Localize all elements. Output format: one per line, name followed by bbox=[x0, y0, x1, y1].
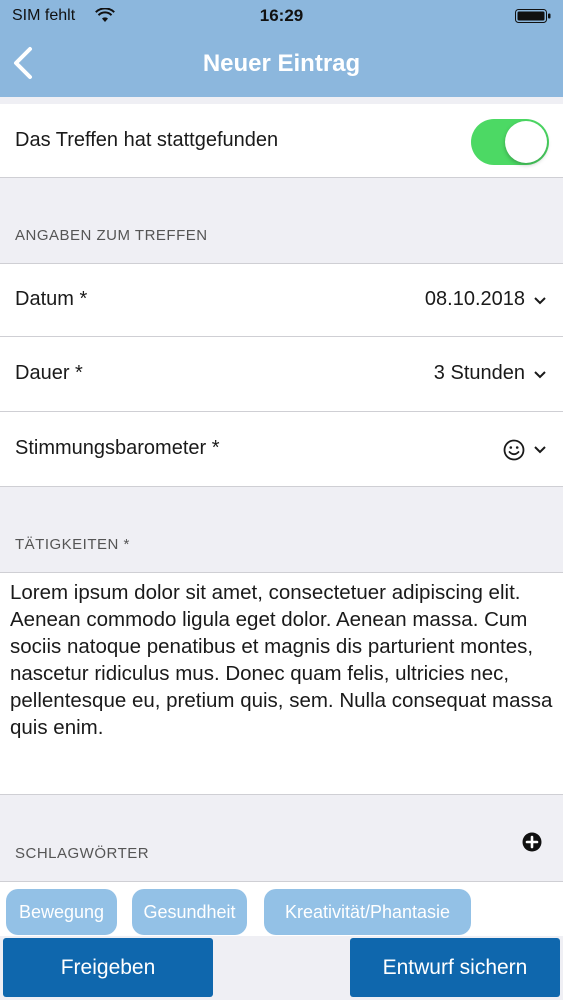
section-header-keywords: SCHLAGWÖRTER bbox=[15, 845, 150, 862]
date-value: 08.10.2018 bbox=[424, 288, 525, 310]
date-row[interactable]: Datum * 08.10.2018 bbox=[0, 263, 563, 337]
add-keyword-icon[interactable] bbox=[522, 832, 542, 852]
tag-bewegung[interactable]: Bewegung bbox=[6, 889, 117, 935]
chevron-down-icon bbox=[534, 297, 546, 305]
toggle-knob bbox=[505, 121, 547, 163]
duration-row[interactable]: Dauer * 3 Stunden bbox=[0, 337, 563, 412]
status-bar: SIM fehlt 16:29 bbox=[0, 0, 563, 32]
release-button[interactable]: Freigeben bbox=[3, 938, 213, 997]
mood-row[interactable]: Stimmungsbarometer * bbox=[0, 412, 563, 487]
meeting-happened-toggle[interactable] bbox=[471, 119, 549, 165]
duration-value: 3 Stunden bbox=[433, 362, 525, 384]
save-draft-button[interactable]: Entwurf sichern bbox=[350, 938, 560, 997]
section-header-activities: TÄTIGKEITEN * bbox=[15, 536, 130, 553]
date-label: Datum * bbox=[15, 288, 88, 310]
meeting-happened-label: Das Treffen hat stattgefunden bbox=[15, 129, 279, 151]
activities-textarea[interactable]: Lorem ipsum dolor sit amet, consectetuer… bbox=[0, 572, 563, 795]
smiley-icon bbox=[503, 439, 525, 461]
battery-icon bbox=[515, 9, 551, 23]
mood-label: Stimmungsbarometer * bbox=[15, 437, 220, 459]
chevron-down-icon bbox=[534, 371, 546, 379]
section-header-meeting: ANGABEN ZUM TREFFEN bbox=[15, 227, 208, 244]
keyword-tags: Bewegung Gesundheit Kreativität/Phantasi… bbox=[0, 881, 563, 936]
screen: SIM fehlt 16:29 Neuer Eintrag Das Treffe… bbox=[0, 0, 563, 1000]
chevron-down-icon bbox=[534, 446, 546, 454]
navigation-bar: SIM fehlt 16:29 Neuer Eintrag bbox=[0, 0, 563, 97]
duration-label: Dauer * bbox=[15, 362, 83, 384]
status-time: 16:29 bbox=[259, 6, 304, 25]
tag-kreativitaet[interactable]: Kreativität/Phantasie bbox=[264, 889, 471, 935]
tag-gesundheit[interactable]: Gesundheit bbox=[132, 889, 247, 935]
page-title: Neuer Eintrag bbox=[202, 50, 361, 77]
